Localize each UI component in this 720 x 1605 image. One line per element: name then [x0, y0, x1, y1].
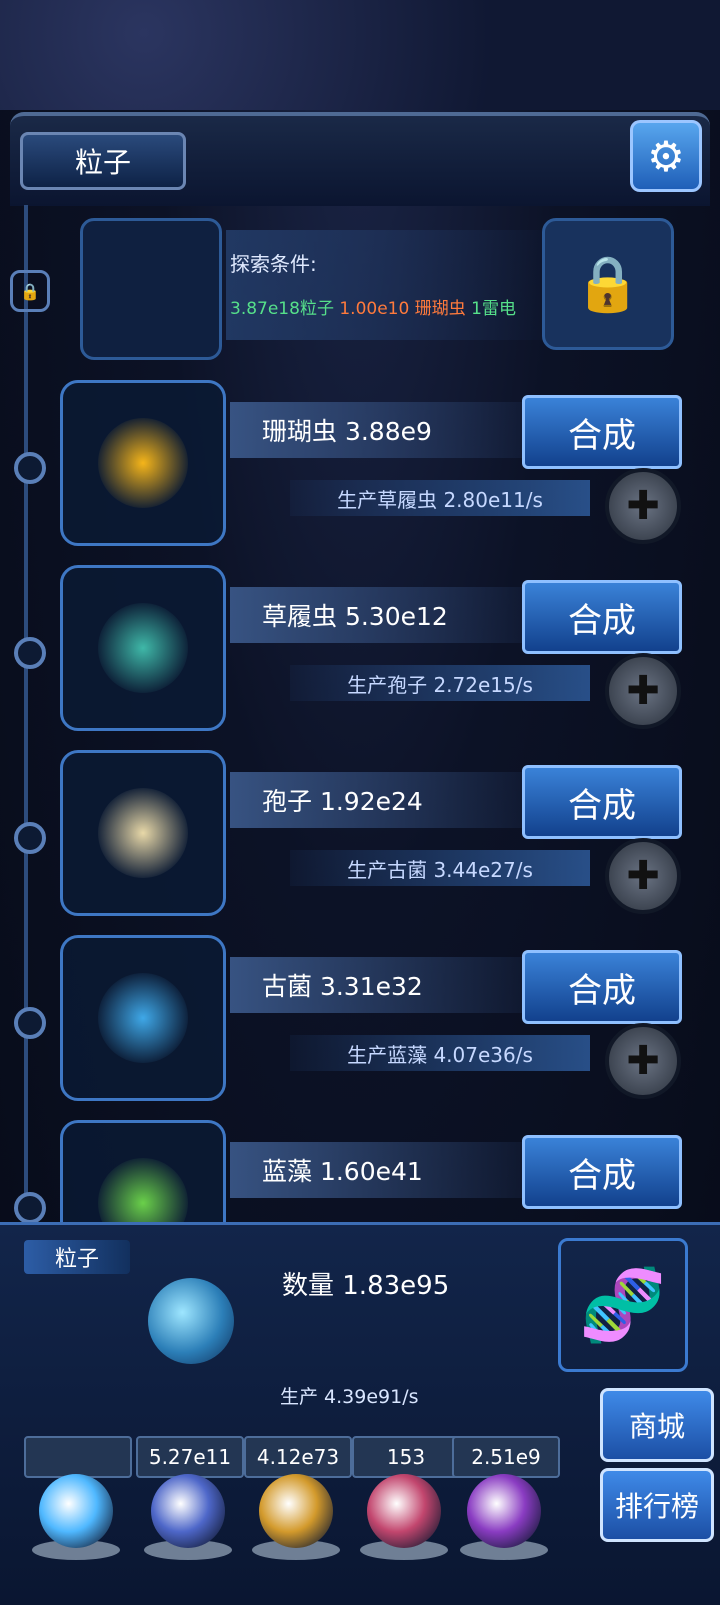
creature-row: 草履虫 5.30e12 合成生产孢子 2.72e15/s ✚ [14, 565, 700, 735]
progress-rail [24, 205, 28, 1225]
resource-value: 5.27e11 [136, 1436, 244, 1478]
starfield-background [0, 0, 720, 110]
locked-creature-thumbnail [80, 218, 222, 360]
padlock-icon: 🔒 [574, 252, 642, 315]
bacteria-icon [60, 935, 226, 1101]
particle-count: 数量 1.83e95 [282, 1271, 450, 1301]
rail-node [14, 1007, 46, 1039]
explore-panel: 探索条件: 3.87e18粒子 1.00e10 珊瑚虫 1雷电 🔒 [80, 218, 674, 360]
leaderboard-button[interactable]: 排行榜 [600, 1468, 714, 1542]
resource-value: 4.12e73 [244, 1436, 352, 1478]
plus-icon: ✚ [626, 853, 660, 899]
condition-coral: 1.00e10 珊瑚虫 [339, 299, 466, 319]
creature-row: 孢子 1.92e24 合成生产古菌 3.44e27/s ✚ [14, 750, 700, 920]
explore-band [226, 230, 546, 340]
upgrade-button[interactable]: ✚ [605, 468, 681, 544]
shop-button[interactable]: 商城 [600, 1388, 714, 1462]
rail-node [14, 637, 46, 669]
creature-name: 珊瑚虫 3.88e9 [230, 402, 530, 458]
brain-orb-icon[interactable] [367, 1474, 441, 1548]
fire-orb-icon[interactable] [259, 1474, 333, 1548]
rail-node [14, 452, 46, 484]
paramecium-icon [60, 565, 226, 731]
synthesize-button[interactable]: 合成 [522, 580, 682, 654]
vortex-orb-icon[interactable] [467, 1474, 541, 1548]
upgrade-button[interactable]: ✚ [605, 1023, 681, 1099]
production-rate: 生产草履虫 2.80e11/s [290, 480, 590, 516]
dna-icon[interactable]: 🧬 [558, 1238, 688, 1372]
creature-name: 蓝藻 1.60e41 [230, 1142, 530, 1198]
rail-node [14, 1192, 46, 1224]
plus-icon: ✚ [626, 1038, 660, 1084]
creature-name: 草履虫 5.30e12 [230, 587, 530, 643]
explore-title: 探索条件: [230, 252, 317, 276]
explore-conditions: 3.87e18粒子 1.00e10 珊瑚虫 1雷电 [230, 294, 516, 319]
sun-organism-icon [60, 380, 226, 546]
creature-row: 古菌 3.31e32 合成生产蓝藻 4.07e36/s ✚ [14, 935, 700, 1105]
resource-value: 2.51e9 [452, 1436, 560, 1478]
synthesize-button[interactable]: 合成 [522, 950, 682, 1024]
gear-icon: ⚙ [647, 131, 685, 181]
upgrade-button[interactable]: ✚ [605, 653, 681, 729]
resource-value: 153 [352, 1436, 460, 1478]
plus-icon: ✚ [626, 668, 660, 714]
production-rate: 生产孢子 2.72e15/s [290, 665, 590, 701]
lightning-orb-icon[interactable] [151, 1474, 225, 1548]
synthesize-button[interactable]: 合成 [522, 1135, 682, 1209]
synthesize-button[interactable]: 合成 [522, 765, 682, 839]
particle-production: 生产 4.39e91/s [280, 1386, 419, 1408]
production-rate: 生产蓝藻 4.07e36/s [290, 1035, 590, 1071]
footer-tag: 粒子 [24, 1240, 130, 1274]
plus-icon: ✚ [626, 483, 660, 529]
creature-row: 珊瑚虫 3.88e9 合成生产草履虫 2.80e11/s ✚ [14, 380, 700, 550]
resource-value [24, 1436, 132, 1478]
creature-name: 孢子 1.92e24 [230, 772, 530, 828]
synthesize-button[interactable]: 合成 [522, 395, 682, 469]
rail-node [14, 822, 46, 854]
settings-button[interactable]: ⚙ [630, 120, 702, 192]
condition-lightning: 1雷电 [471, 299, 516, 319]
spore-icon [60, 750, 226, 916]
creature-name: 古菌 3.31e32 [230, 957, 530, 1013]
page-title: 粒子 [20, 132, 186, 190]
upgrade-button[interactable]: ✚ [605, 838, 681, 914]
production-rate: 生产古菌 3.44e27/s [290, 850, 590, 886]
particle-orb-icon[interactable] [39, 1474, 113, 1548]
lock-icon: 🔒 [10, 270, 50, 312]
condition-particles: 3.87e18粒子 [230, 299, 334, 319]
particle-cluster-icon [148, 1278, 234, 1364]
locked-slot-button[interactable]: 🔒 [542, 218, 674, 350]
